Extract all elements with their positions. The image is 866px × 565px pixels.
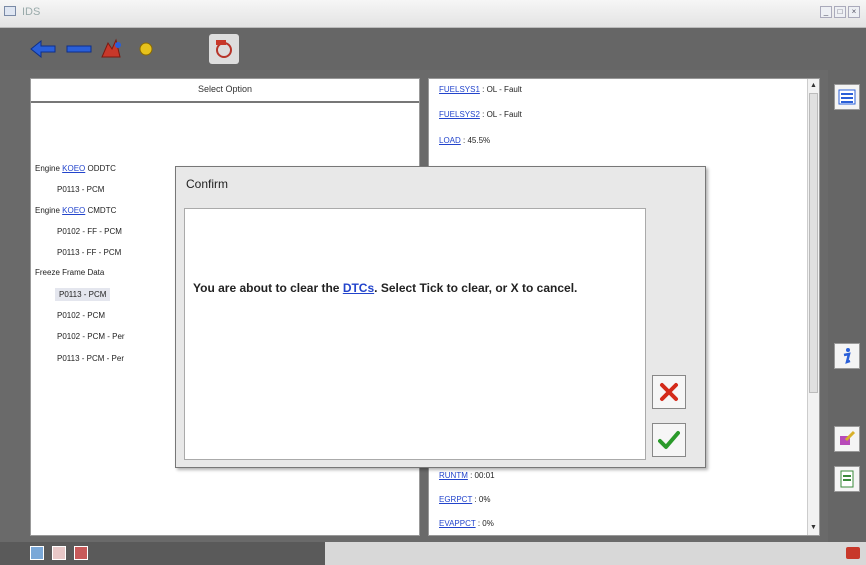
flame-icon xyxy=(101,38,121,58)
pid-link[interactable]: RUNTM xyxy=(439,471,468,480)
pid-row: EVAPPCT : 0% xyxy=(439,519,494,528)
connection-status-icon xyxy=(846,547,860,559)
pid-row: EGRPCT : 0% xyxy=(439,495,491,504)
pid-link[interactable]: EVAPPCT xyxy=(439,519,476,528)
checkmark-icon xyxy=(658,431,680,449)
koeo-link[interactable]: KOEO xyxy=(62,206,85,215)
list-item[interactable]: P0113 - FF - PCM xyxy=(57,248,121,257)
minus-button[interactable] xyxy=(64,34,94,64)
window-title: IDS xyxy=(22,6,41,18)
list-view-button[interactable] xyxy=(834,84,860,110)
yellow-star-icon xyxy=(139,42,153,56)
panel-header: Select Option xyxy=(31,79,419,103)
minus-icon xyxy=(66,45,92,53)
section-heading: Freeze Frame Data xyxy=(35,268,105,277)
window-controls: _ □ × xyxy=(820,6,860,18)
pid-row: RUNTM : 00:01 xyxy=(439,471,495,480)
list-item-selected[interactable]: P0113 - PCM xyxy=(55,288,111,301)
yellow-tool-button[interactable] xyxy=(131,34,161,64)
side-toolbar xyxy=(828,70,866,542)
info-button[interactable] xyxy=(834,343,860,369)
back-arrow-icon xyxy=(30,40,56,58)
scroll-up-icon[interactable]: ▲ xyxy=(809,81,818,91)
dtc-gear-icon xyxy=(216,40,232,58)
dtcs-link[interactable]: DTCs xyxy=(343,281,374,295)
window-icon xyxy=(4,6,16,16)
title-bar: IDS _ □ × xyxy=(0,0,866,28)
pid-row: FUELSYS1 : OL - Fault xyxy=(439,85,522,94)
list-item[interactable]: Engine KOEO ODDTC xyxy=(35,164,116,173)
minimize-button[interactable]: _ xyxy=(820,6,832,18)
pid-link[interactable]: FUELSYS1 xyxy=(439,85,480,94)
pid-row: FUELSYS2 : OL - Fault xyxy=(439,110,522,119)
scroll-down-icon[interactable]: ▼ xyxy=(809,523,818,533)
document-button[interactable] xyxy=(834,466,860,492)
list-icon xyxy=(838,89,856,105)
maximize-button[interactable]: □ xyxy=(834,6,846,18)
confirm-dialog: Confirm You are about to clear the DTCs.… xyxy=(175,166,706,468)
close-button[interactable]: × xyxy=(848,6,860,18)
confirm-button[interactable] xyxy=(652,423,686,457)
status-bar xyxy=(0,542,866,565)
pid-row: LOAD : 45.5% xyxy=(439,136,491,145)
report-tab-icon[interactable] xyxy=(74,546,88,560)
cancel-button[interactable] xyxy=(652,375,686,409)
koeo-link[interactable]: KOEO xyxy=(62,164,85,173)
list-item[interactable]: P0102 - PCM - Per xyxy=(57,332,125,341)
close-x-icon xyxy=(660,383,678,401)
info-icon xyxy=(843,348,851,364)
dialog-title: Confirm xyxy=(186,177,229,191)
list-item[interactable]: P0102 - FF - PCM xyxy=(57,227,122,236)
vertical-scrollbar[interactable]: ▲ ▼ xyxy=(807,79,819,535)
pid-link[interactable]: EGRPCT xyxy=(439,495,472,504)
paint-brush-icon xyxy=(840,430,856,445)
dialog-message: You are about to clear the DTCs. Select … xyxy=(193,281,578,295)
back-arrow-button[interactable] xyxy=(28,34,58,64)
paint-tool-button[interactable] xyxy=(834,426,860,452)
scroll-thumb[interactable] xyxy=(809,93,818,393)
pid-link[interactable]: FUELSYS2 xyxy=(439,110,480,119)
dialog-body: You are about to clear the DTCs. Select … xyxy=(184,208,646,460)
list-item[interactable]: Engine KOEO CMDTC xyxy=(35,206,116,215)
list-item[interactable]: P0113 - PCM - Per xyxy=(57,354,124,363)
flame-tool-button[interactable] xyxy=(96,34,126,64)
pid-link[interactable]: LOAD xyxy=(439,136,461,145)
list-item[interactable]: P0113 - PCM xyxy=(57,185,104,194)
document-icon xyxy=(840,470,854,488)
toolbox-tab-icon[interactable] xyxy=(52,546,66,560)
toolbar xyxy=(0,28,866,70)
vehicle-tab-icon[interactable] xyxy=(30,546,44,560)
list-item[interactable]: P0102 - PCM xyxy=(57,311,105,320)
dtc-tool-button[interactable] xyxy=(209,34,239,64)
